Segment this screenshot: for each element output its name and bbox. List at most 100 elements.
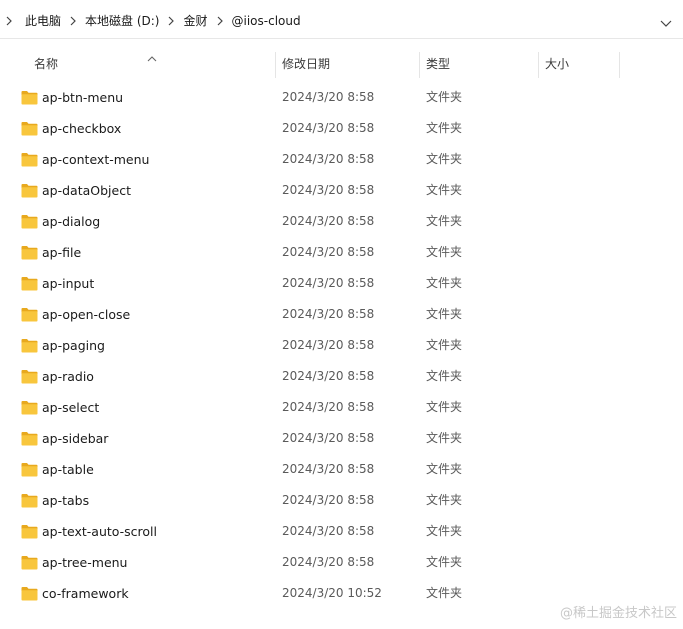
- file-name: ap-checkbox: [42, 121, 122, 136]
- address-bar[interactable]: 此电脑 本地磁盘 (D:) 金财 @iios-cloud: [0, 4, 683, 39]
- folder-icon: [21, 555, 38, 570]
- chevron-right-icon[interactable]: [1, 11, 17, 31]
- column-divider[interactable]: [538, 52, 539, 78]
- sort-ascending-icon: [147, 48, 157, 62]
- chevron-right-icon[interactable]: [212, 11, 228, 31]
- file-name: co-framework: [42, 586, 129, 601]
- file-name: ap-input: [42, 276, 95, 291]
- folder-icon: [21, 90, 38, 105]
- folder-icon: [21, 400, 38, 415]
- file-date: 2024/3/20 8:58: [282, 183, 375, 197]
- folder-icon: [21, 493, 38, 508]
- file-name: ap-table: [42, 462, 94, 477]
- file-date: 2024/3/20 8:58: [282, 524, 375, 538]
- file-name: ap-radio: [42, 369, 94, 384]
- column-header-bar: 名称 修改日期 类型 大小: [0, 48, 683, 78]
- file-type: 文件夹: [426, 245, 463, 259]
- file-name: ap-file: [42, 245, 82, 260]
- column-header-date[interactable]: 修改日期: [282, 48, 330, 78]
- list-item[interactable]: ap-paging 2024/3/20 8:58 文件夹: [0, 330, 683, 361]
- folder-icon: [21, 121, 38, 136]
- folder-icon: [21, 276, 38, 291]
- file-date: 2024/3/20 8:58: [282, 90, 375, 104]
- list-item[interactable]: ap-select 2024/3/20 8:58 文件夹: [0, 392, 683, 423]
- folder-icon: [21, 369, 38, 384]
- list-item[interactable]: ap-table 2024/3/20 8:58 文件夹: [0, 454, 683, 485]
- file-type: 文件夹: [426, 276, 463, 290]
- file-type: 文件夹: [426, 400, 463, 414]
- file-name: ap-sidebar: [42, 431, 109, 446]
- file-type: 文件夹: [426, 524, 463, 538]
- column-header-type[interactable]: 类型: [426, 48, 450, 78]
- file-name: ap-dialog: [42, 214, 101, 229]
- file-date: 2024/3/20 8:58: [282, 555, 375, 569]
- column-divider[interactable]: [419, 52, 420, 78]
- folder-icon: [21, 462, 38, 477]
- list-item[interactable]: ap-file 2024/3/20 8:58 文件夹: [0, 237, 683, 268]
- list-item[interactable]: ap-dialog 2024/3/20 8:58 文件夹: [0, 206, 683, 237]
- file-date: 2024/3/20 8:58: [282, 276, 375, 290]
- file-type: 文件夹: [426, 183, 463, 197]
- list-item[interactable]: ap-checkbox 2024/3/20 8:58 文件夹: [0, 113, 683, 144]
- folder-icon: [21, 307, 38, 322]
- list-item[interactable]: ap-tree-menu 2024/3/20 8:58 文件夹: [0, 547, 683, 578]
- folder-icon: [21, 214, 38, 229]
- file-type: 文件夹: [426, 121, 463, 135]
- file-date: 2024/3/20 8:58: [282, 431, 375, 445]
- file-date: 2024/3/20 8:58: [282, 121, 375, 135]
- column-header-name[interactable]: 名称: [34, 48, 58, 78]
- list-item[interactable]: ap-text-auto-scroll 2024/3/20 8:58 文件夹: [0, 516, 683, 547]
- list-item[interactable]: ap-open-close 2024/3/20 8:58 文件夹: [0, 299, 683, 330]
- file-date: 2024/3/20 8:58: [282, 369, 375, 383]
- breadcrumb-iios-cloud[interactable]: @iios-cloud: [229, 11, 304, 31]
- file-type: 文件夹: [426, 338, 463, 352]
- folder-icon: [21, 586, 38, 601]
- file-name: ap-tabs: [42, 493, 90, 508]
- column-header-size[interactable]: 大小: [545, 48, 569, 78]
- column-divider[interactable]: [619, 52, 620, 78]
- file-date: 2024/3/20 8:58: [282, 338, 375, 352]
- file-date: 2024/3/20 10:52: [282, 586, 382, 600]
- list-item[interactable]: ap-tabs 2024/3/20 8:58 文件夹: [0, 485, 683, 516]
- folder-icon: [21, 183, 38, 198]
- list-item[interactable]: ap-dataObject 2024/3/20 8:58 文件夹: [0, 175, 683, 206]
- file-name: ap-dataObject: [42, 183, 131, 198]
- folder-icon: [21, 152, 38, 167]
- folder-icon: [21, 245, 38, 260]
- chevron-down-icon[interactable]: [659, 15, 673, 29]
- file-name: ap-open-close: [42, 307, 131, 322]
- file-name: ap-select: [42, 400, 100, 415]
- breadcrumb-local-disk[interactable]: 本地磁盘 (D:): [82, 11, 162, 31]
- file-type: 文件夹: [426, 152, 463, 166]
- list-item[interactable]: ap-input 2024/3/20 8:58 文件夹: [0, 268, 683, 299]
- list-item[interactable]: ap-btn-menu 2024/3/20 8:58 文件夹: [0, 82, 683, 113]
- file-type: 文件夹: [426, 307, 463, 321]
- breadcrumb-jincai[interactable]: 金财: [180, 11, 210, 31]
- file-date: 2024/3/20 8:58: [282, 462, 375, 476]
- file-name: ap-context-menu: [42, 152, 150, 167]
- file-type: 文件夹: [426, 90, 463, 104]
- folder-icon: [21, 338, 38, 353]
- list-item[interactable]: ap-radio 2024/3/20 8:58 文件夹: [0, 361, 683, 392]
- file-date: 2024/3/20 8:58: [282, 214, 375, 228]
- file-type: 文件夹: [426, 462, 463, 476]
- folder-icon: [21, 524, 38, 539]
- folder-icon: [21, 431, 38, 446]
- file-date: 2024/3/20 8:58: [282, 152, 375, 166]
- file-type: 文件夹: [426, 586, 463, 600]
- file-date: 2024/3/20 8:58: [282, 307, 375, 321]
- breadcrumb-this-pc[interactable]: 此电脑: [22, 11, 64, 31]
- file-type: 文件夹: [426, 493, 463, 507]
- file-list: ap-btn-menu 2024/3/20 8:58 文件夹 ap-checkbox 2…: [0, 82, 683, 609]
- file-name: ap-text-auto-scroll: [42, 524, 158, 539]
- list-item[interactable]: ap-context-menu 2024/3/20 8:58 文件夹: [0, 144, 683, 175]
- chevron-right-icon[interactable]: [163, 11, 179, 31]
- list-item[interactable]: ap-sidebar 2024/3/20 8:58 文件夹: [0, 423, 683, 454]
- file-name: ap-paging: [42, 338, 105, 353]
- chevron-right-icon[interactable]: [65, 11, 81, 31]
- file-type: 文件夹: [426, 431, 463, 445]
- file-explorer-window: 此电脑 本地磁盘 (D:) 金财 @iios-cloud 名称 修改日期 类型 …: [0, 0, 683, 629]
- file-type: 文件夹: [426, 214, 463, 228]
- column-divider[interactable]: [275, 52, 276, 78]
- file-name: ap-tree-menu: [42, 555, 128, 570]
